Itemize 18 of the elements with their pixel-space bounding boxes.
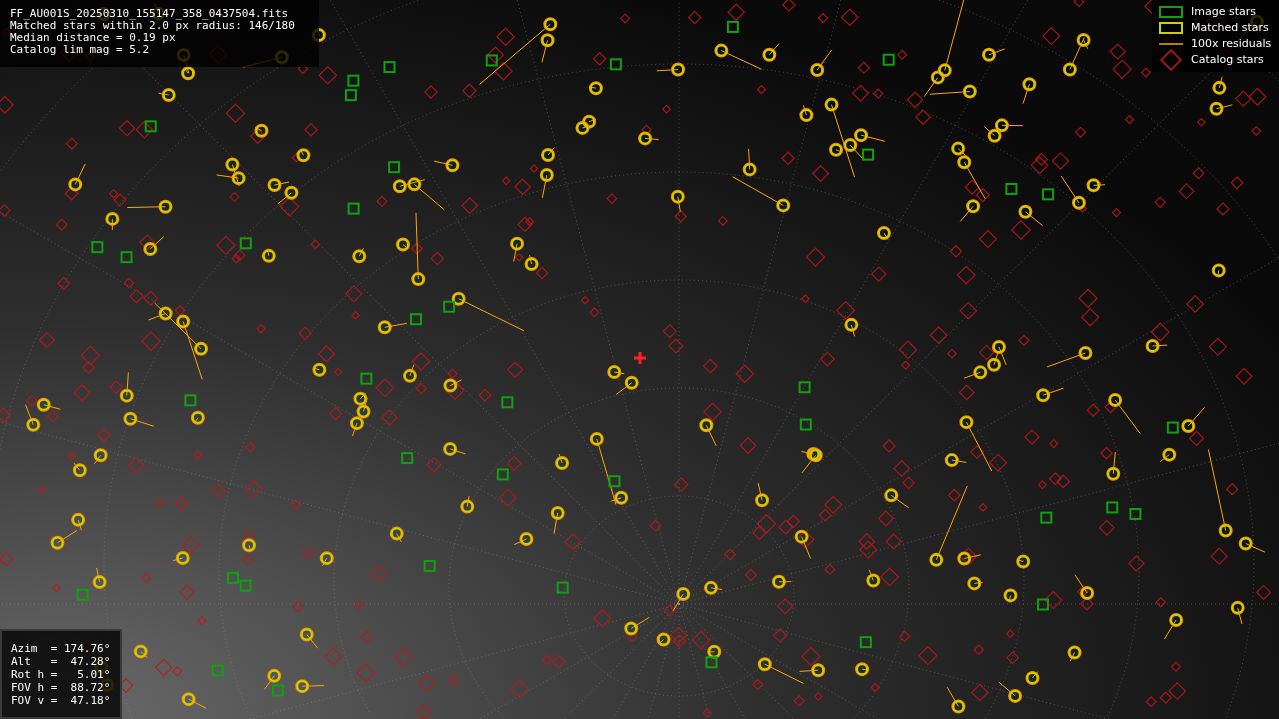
rectangle-icon	[1159, 22, 1183, 34]
info-text: Median distance = 0.19 px	[10, 32, 177, 44]
pointing-text: Rot h = 5.01°	[11, 668, 112, 681]
rectangle-icon	[1159, 6, 1183, 18]
info-text: Matched stars within 2.0 px radius: 146/180	[10, 20, 296, 32]
legend-label: Catalog stars	[1191, 51, 1264, 68]
info-text: Catalog lim mag = 5.2	[10, 44, 151, 56]
pointing-text: FOV v = 47.18°	[11, 694, 112, 707]
line-icon	[1159, 42, 1183, 46]
info-text: FF_AU001S_20250310_155147_358_0437504.fits	[10, 8, 290, 20]
pointing-text: Azim = 174.76°	[11, 642, 112, 655]
legend-label: Matched stars	[1191, 19, 1269, 36]
pointing-text: Alt = 47.28°	[11, 655, 112, 668]
cross-icon	[634, 352, 646, 364]
pointing-text: FOV h = 88.72°	[11, 681, 112, 694]
legend-label: 100x residuals	[1191, 35, 1272, 52]
diamond-icon	[1159, 48, 1183, 72]
legend-label: Image stars	[1191, 3, 1256, 20]
